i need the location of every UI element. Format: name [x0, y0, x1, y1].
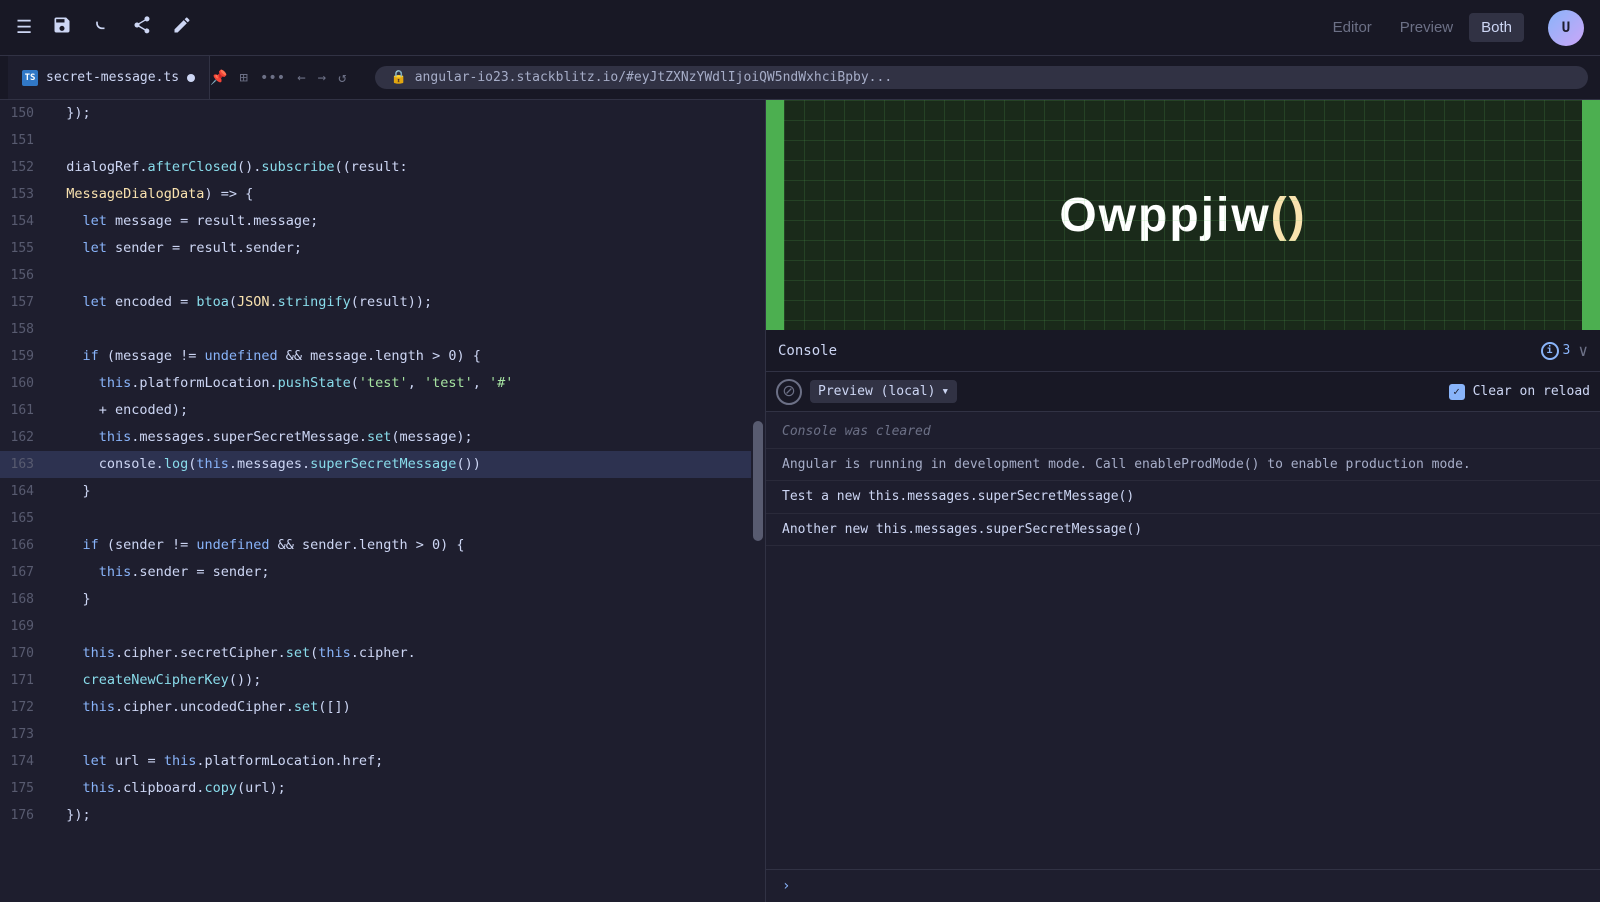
preview-grid: [784, 100, 1582, 330]
fork-icon[interactable]: [92, 15, 112, 40]
code-line-174: 174 let url = this.platformLocation.href…: [0, 748, 765, 775]
code-line-157: 157 let encoded = btoa(JSON.stringify(re…: [0, 289, 765, 316]
console-source-selector[interactable]: Preview (local) ▾: [810, 380, 957, 403]
view-tabs: Editor Preview Both: [1321, 13, 1524, 42]
console-panel: Console i 3 ∨ ⊘ Preview (local) ▾ ✓ C: [766, 330, 1600, 902]
console-clear-button[interactable]: ⊘: [776, 379, 802, 405]
dropdown-icon: ▾: [941, 384, 949, 399]
code-line-153: 153 MessageDialogData) => {: [0, 181, 765, 208]
angular-text: Angular is running in development mode. …: [782, 457, 1471, 472]
code-line-169: 169: [0, 613, 765, 640]
code-line-155: 155 let sender = result.sender;: [0, 235, 765, 262]
console-messages: Console was cleared Angular is running i…: [766, 412, 1600, 869]
user-avatar[interactable]: U: [1548, 10, 1584, 46]
file-tab-secret-message[interactable]: TS secret-message.ts: [8, 56, 210, 99]
code-line-158: 158: [0, 316, 765, 343]
code-line-173: 173: [0, 721, 765, 748]
top-bar: ☰ Editor Preview Both: [0, 0, 1600, 56]
url-bar[interactable]: 🔒 angular-io23.stackblitz.io/#eyJtZXNzYW…: [375, 66, 1588, 89]
code-line-165: 165: [0, 505, 765, 532]
code-editor[interactable]: 150 }); 151 152 dialogRef.afterClosed().…: [0, 100, 765, 902]
console-prompt-arrow: ›: [782, 878, 790, 894]
scrollbar-track[interactable]: [751, 100, 765, 902]
test2-text: Another new this.messages.superSecretMes…: [782, 522, 1142, 537]
console-message-test1: Test a new this.messages.superSecretMess…: [766, 481, 1600, 514]
file-tab-controls: 📌 ⊞ ••• ← → ↺: [210, 70, 362, 86]
file-tab-name: secret-message.ts: [46, 70, 179, 85]
console-message-angular: Angular is running in development mode. …: [766, 449, 1600, 482]
save-icon[interactable]: [52, 15, 72, 40]
top-bar-actions: ☰: [16, 15, 192, 40]
main-content: 150 }); 151 152 dialogRef.afterClosed().…: [0, 100, 1600, 902]
console-input[interactable]: [798, 879, 1584, 894]
right-panel: Owppjiw() Console i 3 ∨ ⊘: [765, 100, 1600, 902]
console-info-icon: i: [1541, 342, 1559, 360]
code-line-159: 159 if (message != undefined && message.…: [0, 343, 765, 370]
clear-on-reload: ✓ Clear on reload: [1449, 384, 1590, 400]
code-line-171: 171 createNewCipherKey());: [0, 667, 765, 694]
clear-icon: ⊘: [782, 384, 795, 400]
typescript-icon: TS: [22, 70, 38, 86]
code-line-166: 166 if (sender != undefined && sender.le…: [0, 532, 765, 559]
more-icon[interactable]: •••: [260, 70, 285, 86]
code-line-156: 156: [0, 262, 765, 289]
code-line-161: 161 + encoded);: [0, 397, 765, 424]
code-line-152: 152 dialogRef.afterClosed().subscribe((r…: [0, 154, 765, 181]
source-label: Preview (local): [818, 384, 935, 399]
console-message-test2: Another new this.messages.superSecretMes…: [766, 514, 1600, 547]
forward-icon[interactable]: →: [318, 70, 326, 86]
code-line-176: 176 });: [0, 802, 765, 829]
code-line-172: 172 this.cipher.uncodedCipher.set([]): [0, 694, 765, 721]
code-line-164: 164 }: [0, 478, 765, 505]
console-message-cleared: Console was cleared: [766, 416, 1600, 449]
split-icon[interactable]: ⊞: [240, 70, 248, 86]
code-line-163: 163 console.log(this.messages.superSecre…: [0, 451, 765, 478]
code-line-168: 168 }: [0, 586, 765, 613]
console-badge-count: 3: [1563, 343, 1571, 358]
tab-editor[interactable]: Editor: [1321, 13, 1384, 42]
test1-text: Test a new this.messages.superSecretMess…: [782, 489, 1134, 504]
preview-main: Owppjiw(): [784, 100, 1582, 330]
top-bar-right: Editor Preview Both U: [1321, 10, 1584, 46]
preview-right-bar: [1582, 100, 1600, 330]
tab-preview[interactable]: Preview: [1388, 13, 1465, 42]
cleared-text: Console was cleared: [782, 424, 931, 439]
console-title: Console: [778, 343, 1533, 359]
console-header: Console i 3 ∨: [766, 330, 1600, 372]
share-icon[interactable]: [132, 15, 152, 40]
code-line-175: 175 this.clipboard.copy(url);: [0, 775, 765, 802]
console-badge: i 3: [1541, 342, 1571, 360]
tab-both[interactable]: Both: [1469, 13, 1524, 42]
modified-dot: [187, 74, 195, 82]
url-text: angular-io23.stackblitz.io/#eyJtZXNzYWdl…: [415, 70, 892, 85]
code-line-154: 154 let message = result.message;: [0, 208, 765, 235]
code-lines: 150 }); 151 152 dialogRef.afterClosed().…: [0, 100, 765, 829]
file-tab-bar: TS secret-message.ts 📌 ⊞ ••• ← → ↺ 🔒 ang…: [0, 56, 1600, 100]
clear-on-reload-label: Clear on reload: [1473, 384, 1590, 399]
preview-left-bar: [766, 100, 784, 330]
code-line-160: 160 this.platformLocation.pushState('tes…: [0, 370, 765, 397]
code-line-162: 162 this.messages.superSecretMessage.set…: [0, 424, 765, 451]
pin-icon[interactable]: 📌: [210, 70, 227, 86]
code-line-167: 167 this.sender = sender;: [0, 559, 765, 586]
clear-on-reload-checkbox[interactable]: ✓: [1449, 384, 1465, 400]
reload-icon[interactable]: ↺: [338, 70, 346, 86]
console-prompt: ›: [766, 869, 1600, 902]
edit-icon[interactable]: [172, 15, 192, 40]
menu-icon[interactable]: ☰: [16, 17, 32, 38]
code-line-150: 150 });: [0, 100, 765, 127]
lock-icon: 🔒: [391, 70, 407, 85]
code-line-170: 170 this.cipher.secretCipher.set(this.ci…: [0, 640, 765, 667]
scrollbar-thumb[interactable]: [753, 421, 763, 541]
back-icon[interactable]: ←: [297, 70, 305, 86]
console-toolbar: ⊘ Preview (local) ▾ ✓ Clear on reload: [766, 372, 1600, 412]
console-expand-icon[interactable]: ∨: [1578, 341, 1588, 360]
preview-area: Owppjiw(): [766, 100, 1600, 330]
code-line-151: 151: [0, 127, 765, 154]
